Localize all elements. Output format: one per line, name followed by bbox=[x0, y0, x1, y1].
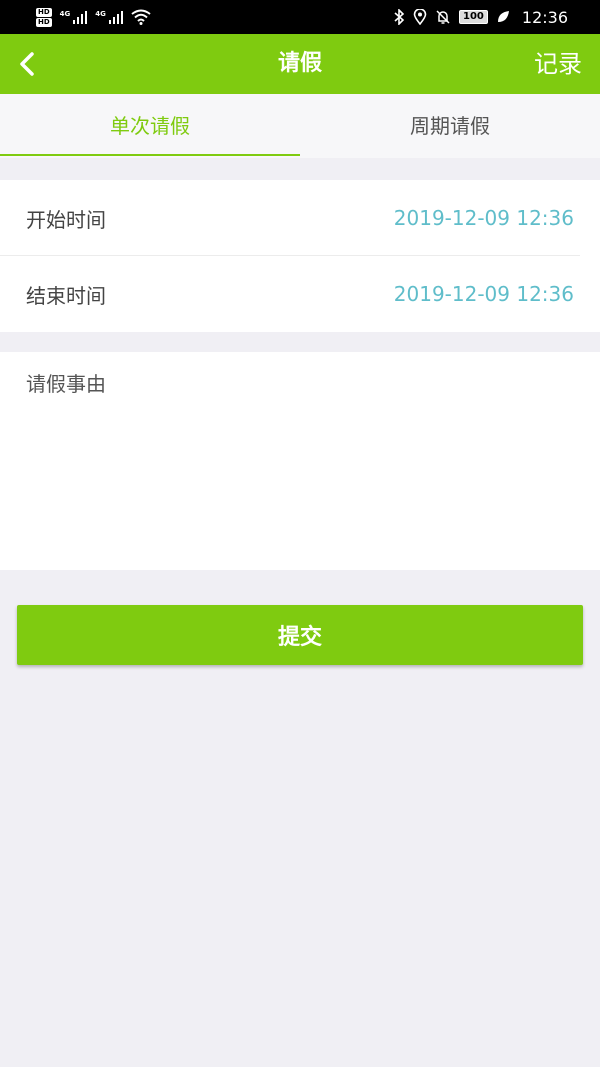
start-time-row[interactable]: 开始时间 2019-12-09 12:36 bbox=[0, 180, 600, 256]
status-time: 12:36 bbox=[521, 7, 568, 27]
wifi-icon bbox=[131, 9, 151, 25]
location-icon bbox=[413, 9, 427, 25]
end-time-label: 结束时间 bbox=[26, 283, 106, 308]
status-bar: HD HD 4G 4G 100 12:36 bbox=[0, 0, 600, 34]
status-bar-right: 100 12:36 bbox=[393, 8, 568, 27]
hd-icons: HD HD bbox=[36, 7, 52, 27]
record-button[interactable]: 记录 bbox=[534, 34, 582, 94]
submit-button[interactable]: 提交 bbox=[17, 605, 583, 665]
hd-icon: HD bbox=[36, 7, 52, 17]
tab-bar: 单次请假 周期请假 bbox=[0, 94, 600, 158]
end-time-value[interactable]: 2019-12-09 12:36 bbox=[394, 282, 574, 306]
hd-icon: HD bbox=[36, 17, 52, 27]
bell-muted-icon bbox=[436, 10, 450, 24]
cell-signal-icon: 4G bbox=[95, 10, 123, 24]
bluetooth-icon bbox=[394, 9, 405, 25]
start-time-value[interactable]: 2019-12-09 12:36 bbox=[394, 206, 574, 230]
end-time-row[interactable]: 结束时间 2019-12-09 12:36 bbox=[0, 256, 600, 332]
page-title: 请假 bbox=[277, 51, 322, 76]
battery-icon: 100 bbox=[459, 10, 488, 24]
tab-single-leave[interactable]: 单次请假 bbox=[0, 94, 300, 158]
nav-bar: 请假 记录 bbox=[0, 34, 600, 94]
reason-card bbox=[0, 352, 600, 570]
reason-input[interactable] bbox=[26, 368, 574, 554]
cell-signal-icon: 4G bbox=[60, 10, 88, 24]
start-time-label: 开始时间 bbox=[26, 207, 106, 232]
status-bar-left: HD HD 4G 4G bbox=[36, 7, 151, 27]
tab-recurring-leave[interactable]: 周期请假 bbox=[300, 94, 600, 158]
leaf-icon bbox=[497, 11, 509, 22]
time-card: 开始时间 2019-12-09 12:36 结束时间 2019-12-09 12… bbox=[0, 180, 600, 332]
